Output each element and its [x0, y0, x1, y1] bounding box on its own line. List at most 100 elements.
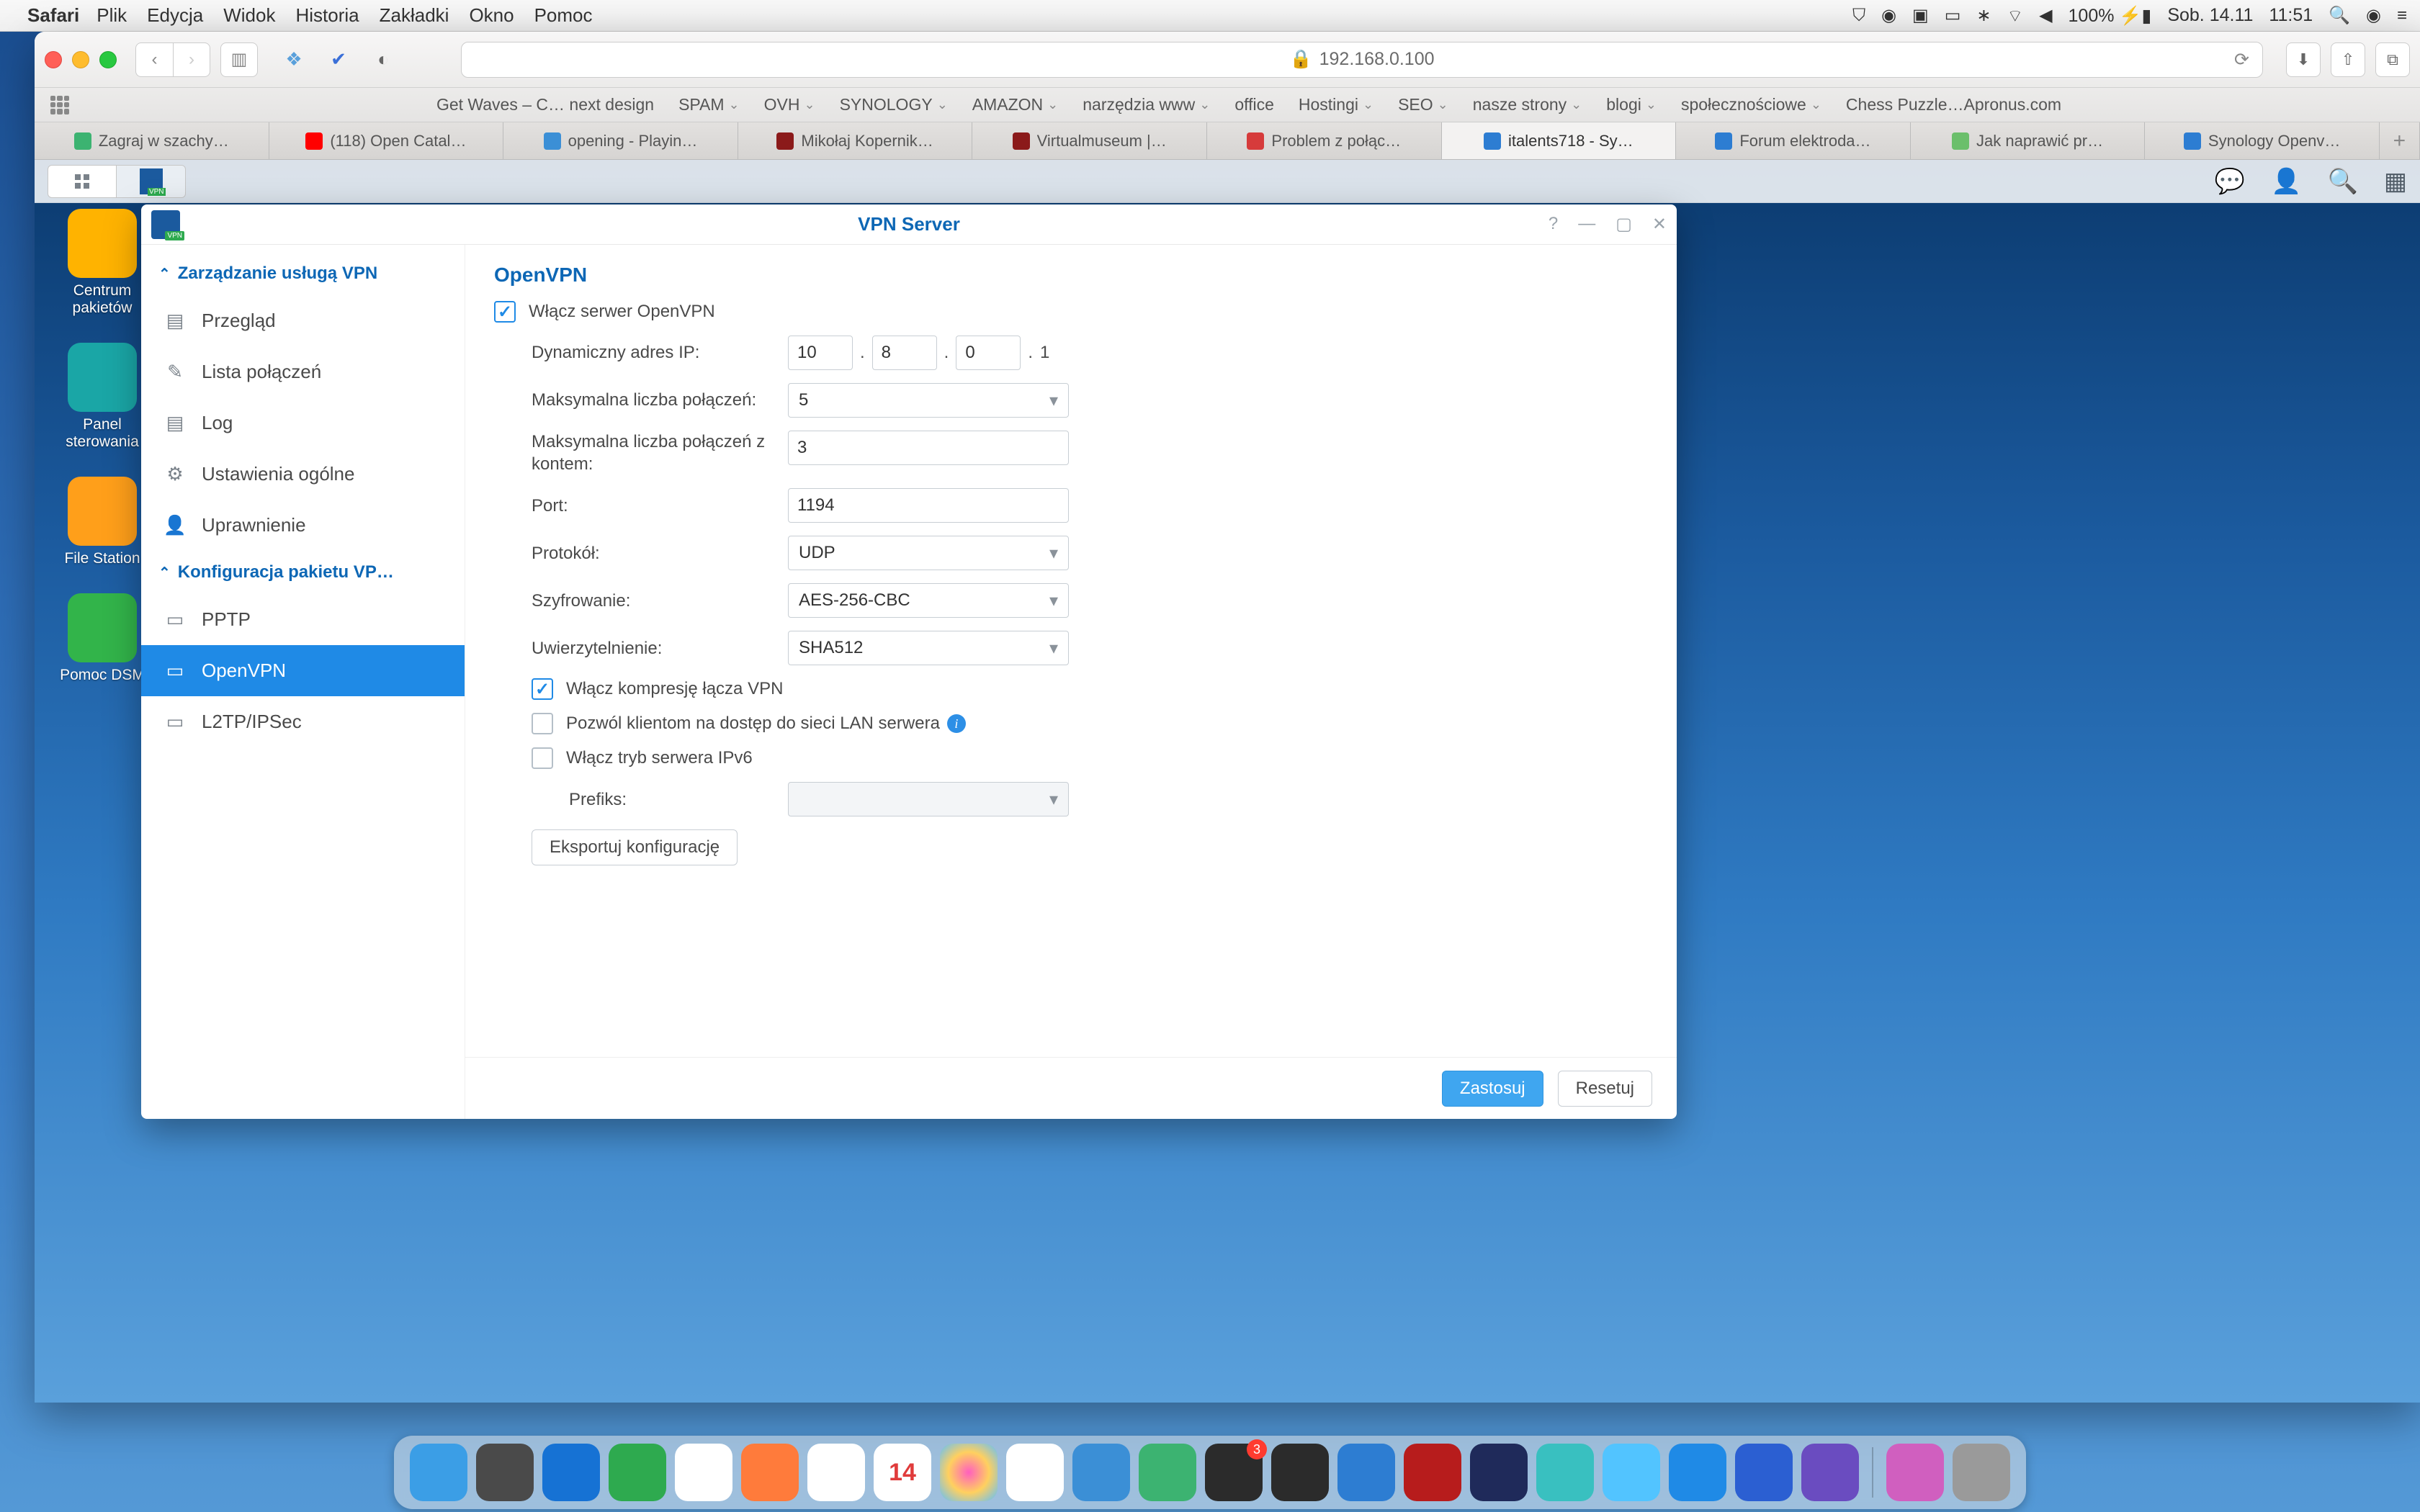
favorite-item[interactable]: SPAM⌄: [678, 95, 740, 114]
dsm-user-icon[interactable]: 👤: [2271, 167, 2301, 196]
auth-select[interactable]: SHA512▾: [788, 631, 1069, 665]
maximize-icon[interactable]: ▢: [1615, 214, 1632, 235]
desktop-icon[interactable]: Pomoc DSM: [52, 593, 153, 684]
quickaction-icon[interactable]: ▣: [1912, 5, 1929, 26]
favorite-item[interactable]: narzędzia www⌄: [1083, 95, 1210, 114]
browser-tab[interactable]: opening - Playin…: [503, 122, 738, 159]
sidebar-item-connections[interactable]: ✎Lista połączeń: [141, 346, 465, 397]
compress-checkbox[interactable]: [532, 678, 553, 700]
lan-access-checkbox[interactable]: [532, 713, 553, 734]
maximize-button[interactable]: [99, 51, 117, 68]
favorite-item[interactable]: Chess Puzzle…Apronus.com: [1846, 95, 2061, 114]
desktop-icon[interactable]: File Station: [52, 477, 153, 567]
notifications-icon[interactable]: ≡: [2397, 6, 2407, 26]
browser-tab[interactable]: (118) Open Catal…: [269, 122, 504, 159]
port-input[interactable]: [788, 488, 1069, 523]
dock-app[interactable]: [476, 1444, 534, 1501]
favorites-grid-icon[interactable]: [50, 96, 69, 114]
wifi-icon[interactable]: ⌔: [2007, 5, 2024, 27]
menu-edit[interactable]: Edycja: [147, 4, 203, 27]
minimize-icon[interactable]: —: [1578, 214, 1595, 235]
dyn-ip-octet-1[interactable]: [788, 336, 853, 370]
dock-app[interactable]: [1271, 1444, 1329, 1501]
browser-tab[interactable]: Problem z połąc…: [1207, 122, 1442, 159]
download-button[interactable]: ⬇: [2286, 42, 2321, 77]
menu-help[interactable]: Pomoc: [534, 4, 593, 27]
dock-app[interactable]: [741, 1444, 799, 1501]
menu-bookmarks[interactable]: Zakładki: [380, 4, 449, 27]
app-name[interactable]: Safari: [27, 4, 79, 27]
browser-tab[interactable]: Synology Openv…: [2145, 122, 2380, 159]
menu-view[interactable]: Widok: [223, 4, 275, 27]
dock-app[interactable]: [1886, 1444, 1944, 1501]
menubar-date[interactable]: Sob. 14.11: [2167, 5, 2253, 26]
favorite-item[interactable]: SEO⌄: [1398, 95, 1448, 114]
browser-tab[interactable]: Mikołaj Kopernik…: [738, 122, 973, 159]
info-icon[interactable]: i: [947, 714, 966, 733]
favorite-item[interactable]: SYNOLOGY⌄: [840, 95, 948, 114]
bluetooth-icon[interactable]: ∗: [1976, 5, 1991, 26]
max-conn-acct-input[interactable]: [788, 431, 1069, 465]
browser-tab[interactable]: Virtualmuseum |…: [972, 122, 1207, 159]
dock-app[interactable]: [940, 1444, 998, 1501]
sidebar-button[interactable]: ▥: [220, 42, 258, 77]
dock-app[interactable]: [1470, 1444, 1528, 1501]
dock-app[interactable]: [1669, 1444, 1726, 1501]
favorite-item[interactable]: blogi⌄: [1606, 95, 1657, 114]
sidebar-item-overview[interactable]: ▤Przegląd: [141, 295, 465, 346]
dock-app[interactable]: [1337, 1444, 1395, 1501]
dock-app[interactable]: [1603, 1444, 1660, 1501]
favorite-item[interactable]: office: [1234, 95, 1274, 114]
dock-app[interactable]: 14: [874, 1444, 931, 1501]
dock-app[interactable]: [807, 1444, 865, 1501]
browser-tab[interactable]: Forum elektroda…: [1676, 122, 1911, 159]
dsm-dashboard-button[interactable]: [48, 165, 117, 198]
enable-openvpn-checkbox[interactable]: [494, 301, 516, 323]
desktop-icon[interactable]: Centrum pakietów: [52, 209, 153, 317]
sidebar-group-config[interactable]: ⌃Konfiguracja pakietu VP…: [141, 551, 465, 594]
help-icon[interactable]: ?: [1549, 214, 1558, 235]
new-tab-button[interactable]: +: [2380, 122, 2420, 159]
minimize-button[interactable]: [72, 51, 89, 68]
sidebar-item-pptp[interactable]: ▭PPTP: [141, 594, 465, 645]
sidebar-item-openvpn[interactable]: ▭OpenVPN: [141, 645, 465, 696]
menubar-time[interactable]: 11:51: [2269, 5, 2313, 26]
back-button[interactable]: ‹: [135, 42, 173, 77]
dock-app[interactable]: [1404, 1444, 1461, 1501]
dock-app[interactable]: [410, 1444, 467, 1501]
favorite-item[interactable]: AMAZON⌄: [972, 95, 1058, 114]
fingerprint-icon[interactable]: ◉: [1881, 5, 1896, 26]
desktop-icon[interactable]: Panel sterowania: [52, 343, 153, 451]
sidebar-item-log[interactable]: ▤Log: [141, 397, 465, 449]
forward-button[interactable]: ›: [173, 42, 210, 77]
menu-window[interactable]: Okno: [469, 4, 514, 27]
siri-icon[interactable]: ◉: [2366, 5, 2381, 26]
favorite-item[interactable]: OVH⌄: [764, 95, 815, 114]
shield-icon[interactable]: ⛉: [1852, 6, 1865, 26]
menu-history[interactable]: Historia: [295, 4, 359, 27]
dock-app[interactable]: 3: [1205, 1444, 1263, 1501]
spotlight-icon[interactable]: 🔍: [2329, 5, 2350, 26]
dsm-vpn-task-button[interactable]: VPN: [117, 165, 186, 198]
share-button[interactable]: ⇧: [2331, 42, 2365, 77]
dsm-chat-icon[interactable]: 💬: [2215, 167, 2245, 196]
reset-button[interactable]: Resetuj: [1558, 1071, 1652, 1107]
max-conn-select[interactable]: 5▾: [788, 383, 1069, 418]
close-button[interactable]: [45, 51, 62, 68]
apply-button[interactable]: Zastosuj: [1442, 1071, 1543, 1107]
dock-app[interactable]: [1006, 1444, 1064, 1501]
export-config-button[interactable]: Eksportuj konfigurację: [532, 829, 738, 865]
enc-select[interactable]: AES-256-CBC▾: [788, 583, 1069, 618]
sidebar-item-settings[interactable]: ⚙Ustawienia ogólne: [141, 449, 465, 500]
dock-app[interactable]: [1536, 1444, 1594, 1501]
sidebar-item-l2tp[interactable]: ▭L2TP/IPSec: [141, 696, 465, 747]
close-icon[interactable]: ✕: [1652, 214, 1667, 235]
ipv6-checkbox[interactable]: [532, 747, 553, 769]
sidebar-group-management[interactable]: ⌃Zarządzanie usługą VPN: [141, 252, 465, 295]
dock-app[interactable]: [675, 1444, 732, 1501]
browser-tab[interactable]: Jak naprawić pr…: [1911, 122, 2146, 159]
dock-app[interactable]: [1801, 1444, 1859, 1501]
address-bar[interactable]: 🔒 192.168.0.100 ⟳: [461, 42, 2263, 78]
dyn-ip-octet-2[interactable]: [872, 336, 937, 370]
sidebar-item-permissions[interactable]: 👤Uprawnienie: [141, 500, 465, 551]
